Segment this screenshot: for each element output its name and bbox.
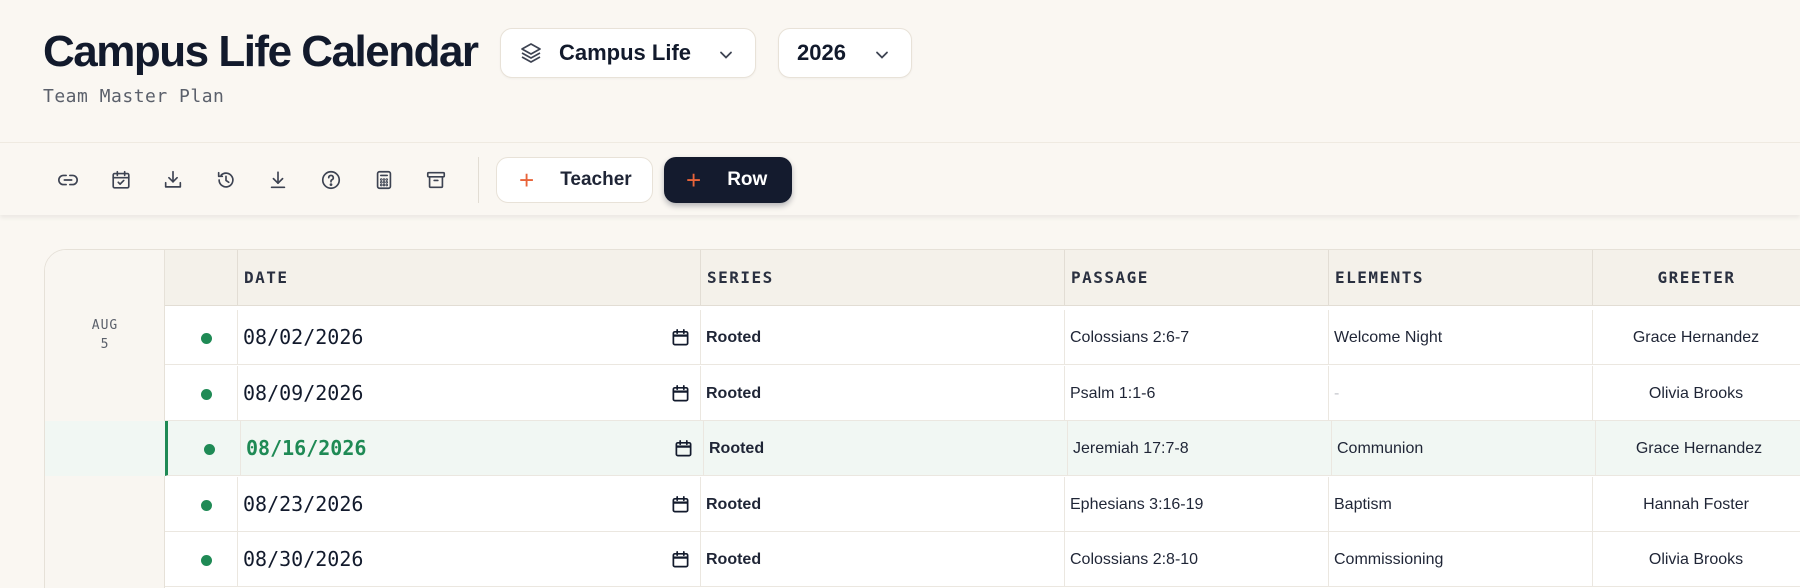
cell-divider [1067,421,1068,476]
cell-divider [1064,310,1065,365]
chevron-down-icon [717,44,735,62]
date-cell[interactable]: 08/09/2026 [243,366,363,421]
passage-cell[interactable]: Colossians 2:6-7 [1070,310,1189,365]
workspace-dropdown-value: Campus Life [559,40,692,65]
date-cell[interactable]: 08/23/2026 [243,477,363,532]
greeter-cell[interactable]: Hannah Foster [1592,477,1800,532]
cell-divider [237,310,238,365]
series-cell[interactable]: Rooted [706,477,761,532]
plus-icon: + [686,165,702,195]
layers-icon [519,41,543,65]
table-row[interactable]: 08/02/2026 Rooted Colossians 2:6-7 Welco… [165,310,1800,365]
download-icon[interactable] [261,163,295,197]
row-group-cell [45,366,165,421]
column-header-date[interactable]: DATE [237,250,700,306]
calendar-icon[interactable] [674,439,693,458]
table-row[interactable]: 08/09/2026 Rooted Psalm 1:1-6 - Olivia B… [165,365,1800,421]
cell-divider [700,476,701,532]
status-dot [201,388,212,400]
status-dot [201,333,212,344]
workspace-dropdown[interactable]: Campus Life [500,28,756,78]
column-header-elements[interactable]: ELEMENTS [1328,250,1592,306]
cell-divider [700,310,701,365]
calendar-check-icon[interactable] [104,163,138,197]
elements-cell[interactable]: Communion [1337,421,1423,476]
passage-cell[interactable]: Jeremiah 17:7-8 [1073,421,1189,476]
cell-divider [1064,365,1065,421]
calendar-icon[interactable] [671,550,690,569]
cell-divider [237,476,238,532]
table-row[interactable]: 08/23/2026 Rooted Ephesians 3:16-19 Bapt… [165,476,1800,532]
date-cell[interactable]: 08/02/2026 [243,310,363,365]
toolbar: + Teacher + Row [0,142,1800,215]
row-group-cell [45,477,165,532]
cell-divider [700,365,701,421]
greeter-cell[interactable]: Olivia Brooks [1592,366,1800,421]
cell-divider [1328,365,1329,421]
status-dot [204,444,215,455]
toolbar-divider [478,157,479,203]
table-row[interactable]: 08/16/2026 Rooted Jeremiah 17:7-8 Commun… [45,421,1800,476]
series-cell[interactable]: Rooted [706,366,761,421]
cell-divider [1328,532,1329,587]
calendar-icon[interactable] [671,384,690,403]
download-tray-icon[interactable] [156,163,190,197]
elements-cell[interactable]: Welcome Night [1334,310,1442,365]
elements-cell[interactable]: Commissioning [1334,532,1443,587]
status-dot [201,499,212,511]
cell-divider [237,365,238,421]
passage-cell[interactable]: Ephesians 3:16-19 [1070,477,1203,532]
page-subtitle: Team Master Plan [43,86,225,107]
column-header-greeter[interactable]: GREETER [1592,250,1800,306]
add-teacher-button[interactable]: + Teacher [496,157,653,203]
cell-divider [1331,421,1332,476]
status-dot [201,555,212,566]
date-cell[interactable]: 08/30/2026 [243,532,363,587]
add-row-button[interactable]: + Row [664,157,792,203]
row-group-cell [45,421,165,476]
plus-icon: + [519,165,535,195]
page-title: Campus Life Calendar [43,27,479,76]
calendar-table: AUG 5 DATE SERIES PASSAGE ELEMENTS GREET… [44,249,1800,588]
calendar-icon[interactable] [671,495,690,514]
archive-icon[interactable] [419,163,453,197]
add-row-label: Row [727,169,768,190]
cell-divider [1328,310,1329,365]
cell-divider [237,532,238,587]
row-group-cell [45,310,165,365]
greeter-cell[interactable]: Olivia Brooks [1592,532,1800,587]
passage-cell[interactable]: Psalm 1:1-6 [1070,366,1155,421]
history-icon[interactable] [209,163,243,197]
column-header-series[interactable]: SERIES [700,250,1064,306]
cell-divider [1328,476,1329,532]
help-icon[interactable] [314,163,348,197]
elements-cell[interactable]: - [1334,366,1339,421]
elements-cell[interactable]: Baptism [1334,477,1392,532]
year-dropdown-value: 2026 [797,40,846,65]
year-dropdown[interactable]: 2026 [778,28,912,78]
cell-divider [1064,532,1065,587]
date-cell[interactable]: 08/16/2026 [246,421,366,476]
cell-divider [703,421,704,476]
table-header: DATE SERIES PASSAGE ELEMENTS GREETER [165,250,1800,306]
calculator-icon[interactable] [367,163,401,197]
series-cell[interactable]: Rooted [706,532,761,587]
row-group-cell [45,532,165,587]
cell-divider [1064,476,1065,532]
table-row[interactable]: 08/30/2026 Rooted Colossians 2:8-10 Comm… [165,532,1800,587]
link-icon[interactable] [51,163,85,197]
series-cell[interactable]: Rooted [706,310,761,365]
chevron-down-icon [873,44,891,62]
add-teacher-label: Teacher [560,169,632,190]
greeter-cell[interactable]: Grace Hernandez [1592,310,1800,365]
cell-divider [700,532,701,587]
series-cell[interactable]: Rooted [709,421,764,476]
page-header: Campus Life Calendar Team Master Plan Ca… [0,0,1800,142]
calendar-icon[interactable] [671,328,690,347]
column-header-passage[interactable]: PASSAGE [1064,250,1328,306]
cell-divider [240,421,241,476]
greeter-cell[interactable]: Grace Hernandez [1595,421,1800,476]
passage-cell[interactable]: Colossians 2:8-10 [1070,532,1198,587]
